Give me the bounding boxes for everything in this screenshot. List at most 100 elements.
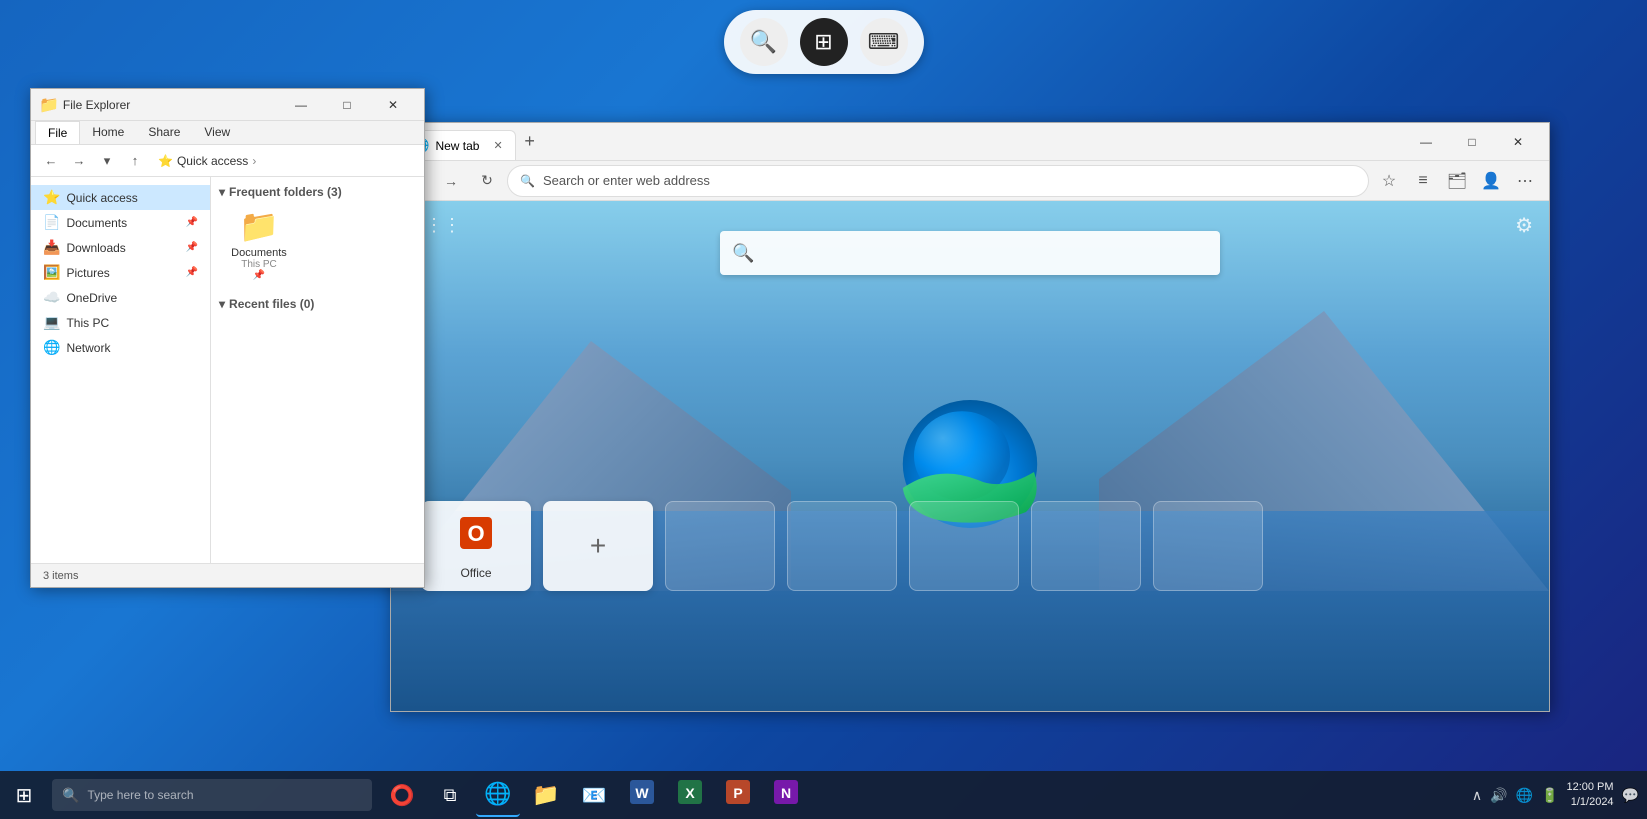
newtab-search-bar[interactable]: 🔍 <box>720 231 1220 275</box>
battery-icon[interactable]: 🔋 <box>1541 787 1558 804</box>
recent-locations-button[interactable]: ▾ <box>95 149 119 173</box>
frequent-folders-header[interactable]: ▾ Frequent folders (3) <box>219 185 416 199</box>
speed-dial-office[interactable]: O Office <box>421 501 531 591</box>
minimize-button[interactable]: — <box>278 89 324 121</box>
notification-button[interactable]: 💬 <box>1622 787 1639 804</box>
system-clock[interactable]: 12:00 PM 1/1/2024 <box>1566 780 1613 811</box>
speed-dial-empty-5 <box>1153 501 1263 591</box>
network-status-icon[interactable]: 🌐 <box>1516 787 1533 804</box>
sidebar-item-pictures[interactable]: 🖼️ Pictures 📌 <box>31 260 210 285</box>
word-icon: W <box>630 780 654 810</box>
onenote-taskbar-button[interactable]: N <box>764 773 808 817</box>
browser-content: ⋮⋮⋮ 🔍 ⚙ <box>391 201 1549 711</box>
remote-icon: ⊞ <box>814 29 832 55</box>
browser-close-button[interactable]: ✕ <box>1495 126 1541 158</box>
reading-list-button[interactable]: ≡ <box>1407 165 1439 197</box>
documents-pin-marker: 📌 <box>253 270 265 281</box>
tab-file[interactable]: File <box>35 121 80 144</box>
taskbar-search[interactable]: 🔍 Type here to search <box>52 779 372 811</box>
collections-button[interactable]: 🗂 <box>1441 165 1473 197</box>
sidebar-item-quick-access[interactable]: ⭐ Quick access <box>31 185 210 210</box>
volume-icon[interactable]: 🔊 <box>1490 787 1507 804</box>
new-tab-button[interactable]: + <box>516 128 544 156</box>
documents-icon: 📄 <box>43 214 60 231</box>
sidebar-item-downloads[interactable]: 📥 Downloads 📌 <box>31 235 210 260</box>
onenote-icon: N <box>774 780 798 810</box>
recent-files-title: Recent files (0) <box>229 297 314 311</box>
taskbar-right: ∧ 🔊 🌐 🔋 12:00 PM 1/1/2024 💬 <box>1472 780 1647 811</box>
powerpoint-taskbar-button[interactable]: P <box>716 773 760 817</box>
file-explorer-icon: 📁 <box>39 95 59 115</box>
network-icon: 🌐 <box>43 339 60 356</box>
tab-share[interactable]: Share <box>136 121 192 144</box>
time-display: 12:00 PM <box>1566 780 1613 795</box>
start-button[interactable]: ⊞ <box>0 771 48 819</box>
taskbar-apps: ⭕ ⧉ 🌐 📁 📧 W X P <box>380 773 808 817</box>
tab-view[interactable]: View <box>192 121 242 144</box>
close-button[interactable]: ✕ <box>370 89 416 121</box>
sidebar-item-onedrive[interactable]: ☁️ OneDrive <box>31 285 210 310</box>
documents-pin-icon: 📌 <box>186 217 198 228</box>
breadcrumb-quick-access: Quick access <box>177 154 248 168</box>
taskbar-search-placeholder: Type here to search <box>87 788 193 802</box>
documents-folder[interactable]: 📁 Documents This PC 📌 <box>219 203 299 285</box>
edge-taskbar-button[interactable]: 🌐 <box>476 773 520 817</box>
navigation-bar: ← → ▾ ↑ ⭐ Quick access › <box>31 145 424 177</box>
maximize-button[interactable]: □ <box>324 89 370 121</box>
back-button[interactable]: ← <box>39 149 63 173</box>
word-taskbar-button[interactable]: W <box>620 773 664 817</box>
ribbon-tabs: File Home Share View <box>31 121 424 144</box>
tab-home[interactable]: Home <box>80 121 136 144</box>
sidebar-documents-label: Documents <box>66 216 127 230</box>
address-bar[interactable]: 🔍 Search or enter web address <box>507 165 1369 197</box>
address-text: Search or enter web address <box>543 173 1356 188</box>
keyboard-button[interactable]: ⌨ <box>860 18 908 66</box>
excel-taskbar-button[interactable]: X <box>668 773 712 817</box>
cortana-icon: ⭕ <box>390 783 415 808</box>
pictures-icon: 🖼️ <box>43 264 60 281</box>
recent-files-header[interactable]: ▾ Recent files (0) <box>219 297 416 311</box>
show-hidden-icons-button[interactable]: ∧ <box>1472 787 1482 804</box>
more-button[interactable]: ⋯ <box>1509 165 1541 197</box>
browser-forward-button[interactable]: → <box>435 165 467 197</box>
sidebar-quick-access-label: Quick access <box>66 191 137 205</box>
sidebar-item-this-pc[interactable]: 💻 This PC <box>31 310 210 335</box>
forward-button[interactable]: → <box>67 149 91 173</box>
browser-maximize-button[interactable]: □ <box>1449 126 1495 158</box>
newtab-search-input[interactable] <box>762 245 1208 261</box>
sidebar-onedrive-label: OneDrive <box>66 291 117 305</box>
zoom-button[interactable]: 🔍 <box>740 18 788 66</box>
breadcrumb[interactable]: ⭐ Quick access › <box>151 149 416 173</box>
task-view-button[interactable]: ⧉ <box>428 773 472 817</box>
up-button[interactable]: ↑ <box>123 149 147 173</box>
profile-button[interactable]: 👤 <box>1475 165 1507 197</box>
explorer-taskbar-button[interactable]: 📁 <box>524 773 568 817</box>
browser-minimize-button[interactable]: — <box>1403 126 1449 158</box>
sidebar-item-network[interactable]: 🌐 Network <box>31 335 210 360</box>
frequent-folders-chevron: ▾ <box>219 185 225 199</box>
tab-close-button[interactable]: ✕ <box>493 139 502 152</box>
newtab-search-icon: 🔍 <box>732 243 754 264</box>
powerpoint-icon: P <box>726 780 750 810</box>
newtab-settings-button[interactable]: ⚙ <box>1515 213 1533 238</box>
favorites-button[interactable]: ☆ <box>1373 165 1405 197</box>
browser-window-controls: — □ ✕ <box>1403 126 1541 158</box>
add-icon: + <box>590 530 606 562</box>
pictures-pin-icon: 📌 <box>186 267 198 278</box>
documents-folder-name: Documents <box>231 247 287 259</box>
sidebar-network-label: Network <box>66 341 110 355</box>
keyboard-icon: ⌨ <box>868 29 900 55</box>
mail-taskbar-button[interactable]: 📧 <box>572 773 616 817</box>
taskbar-search-icon: 🔍 <box>62 787 79 804</box>
downloads-pin-icon: 📌 <box>186 242 198 253</box>
titlebar-left: 📁 File Explorer <box>39 95 130 115</box>
cortana-button[interactable]: ⭕ <box>380 773 424 817</box>
remote-desktop-button[interactable]: ⊞ <box>800 18 848 66</box>
svg-text:N: N <box>781 785 791 801</box>
speed-dial-add[interactable]: + <box>543 501 653 591</box>
address-search-icon: 🔍 <box>520 174 535 188</box>
browser-refresh-button[interactable]: ↻ <box>471 165 503 197</box>
main-panel: ▾ Frequent folders (3) 📁 Documents This … <box>211 177 424 563</box>
sidebar-item-documents[interactable]: 📄 Documents 📌 <box>31 210 210 235</box>
sidebar-this-pc-label: This PC <box>66 316 109 330</box>
